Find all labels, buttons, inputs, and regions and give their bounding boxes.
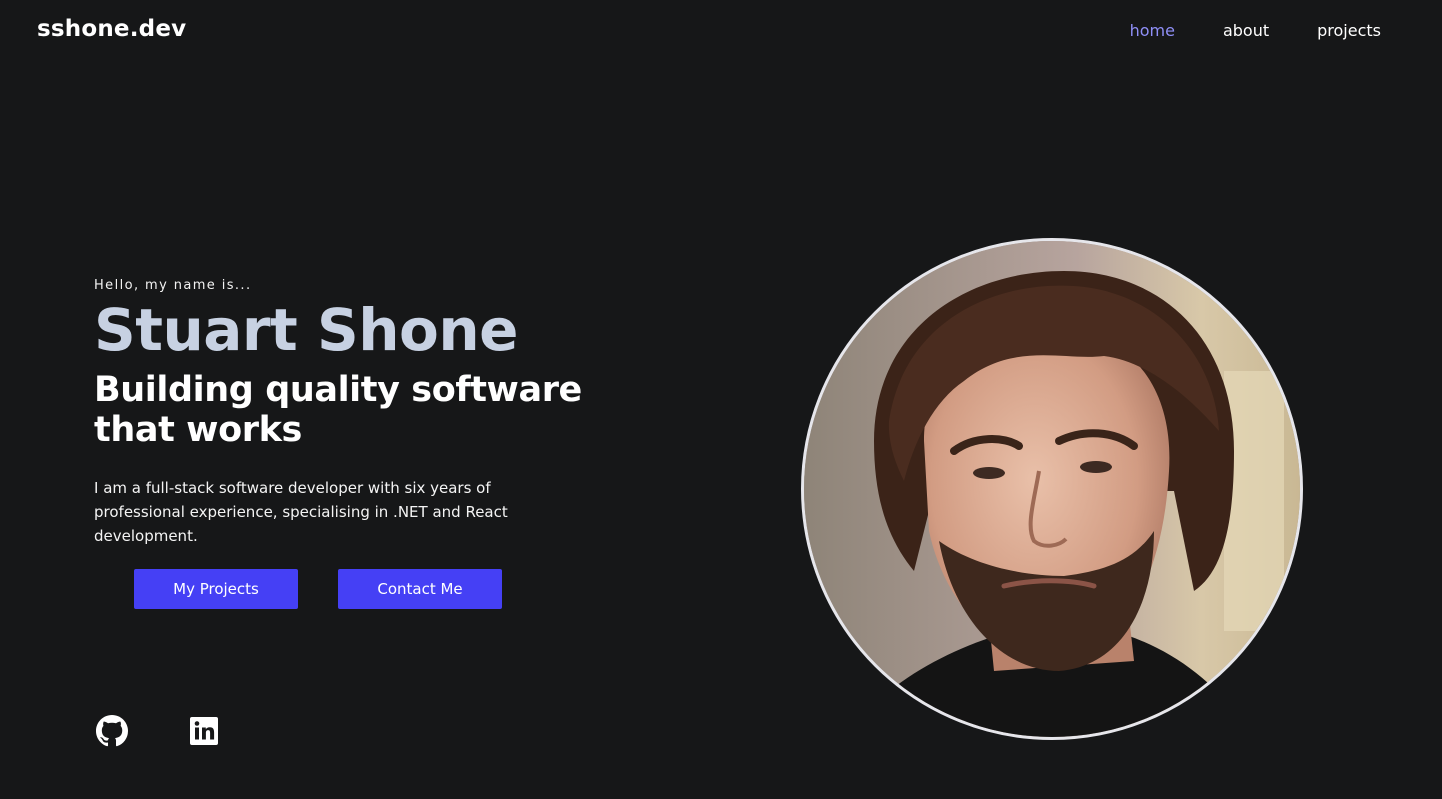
my-projects-button[interactable]: My Projects — [134, 569, 298, 609]
hero-intro: I am a full-stack software developer wit… — [94, 479, 508, 545]
nav-about[interactable]: about — [1223, 21, 1269, 40]
linkedin-icon — [190, 717, 218, 745]
linkedin-link[interactable] — [188, 715, 220, 747]
main-nav: home about projects — [1130, 21, 1381, 40]
github-icon — [96, 715, 128, 747]
cta-buttons: My Projects Contact Me — [134, 569, 502, 609]
contact-me-button[interactable]: Contact Me — [338, 569, 502, 609]
profile-photo — [801, 238, 1303, 740]
site-logo-link[interactable]: sshone.dev — [37, 16, 186, 42]
hero-greeting: Hello, my name is... — [94, 278, 252, 293]
nav-projects[interactable]: projects — [1317, 21, 1381, 40]
portrait-illustration — [804, 241, 1300, 737]
social-links — [96, 715, 220, 747]
hero-section: Hello, my name is... Stuart Shone Buildi… — [94, 278, 694, 548]
hero-tagline: Building quality software that works — [94, 370, 582, 450]
github-link[interactable] — [96, 715, 128, 747]
nav-home[interactable]: home — [1130, 21, 1175, 40]
page: sshone.dev home about projects Hello, my… — [0, 0, 1442, 799]
hero-name: Stuart Shone — [94, 296, 519, 364]
